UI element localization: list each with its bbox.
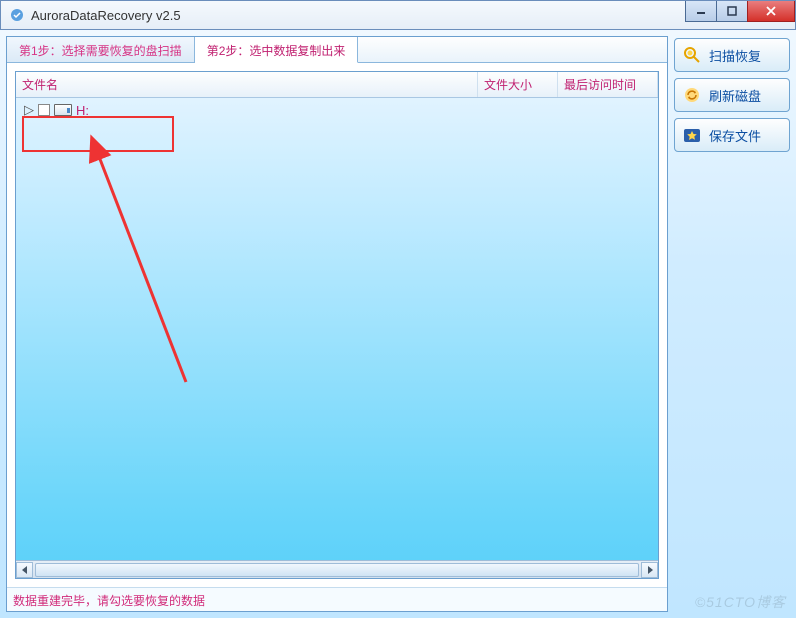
window-body: 第1步：选择需要恢复的盘扫描 第2步：选中数据复制出来 文件名 文件大小 最后访… bbox=[0, 30, 796, 618]
tree-expand-icon[interactable]: ▷ bbox=[24, 102, 34, 118]
main-panel: 第1步：选择需要恢复的盘扫描 第2步：选中数据复制出来 文件名 文件大小 最后访… bbox=[6, 36, 668, 612]
tree-checkbox[interactable] bbox=[38, 104, 50, 116]
minimize-button[interactable] bbox=[685, 1, 717, 22]
save-star-icon bbox=[681, 124, 703, 146]
scroll-right-icon[interactable] bbox=[641, 562, 658, 578]
scan-recover-button[interactable]: 扫描恢复 bbox=[674, 38, 790, 72]
drive-icon bbox=[54, 104, 72, 116]
tab-label: 第2步：选中数据复制出来 bbox=[207, 44, 346, 58]
horizontal-scrollbar[interactable] bbox=[16, 560, 658, 578]
file-list-panel: 文件名 文件大小 最后访问时间 ▷ H: bbox=[15, 71, 659, 579]
status-text: 数据重建完毕，请勾选要恢复的数据 bbox=[13, 594, 205, 608]
refresh-disk-button[interactable]: 刷新磁盘 bbox=[674, 78, 790, 112]
column-lastaccess[interactable]: 最后访问时间 bbox=[558, 72, 658, 97]
magnifier-icon bbox=[681, 44, 703, 66]
window-controls bbox=[686, 1, 795, 22]
tab-step1[interactable]: 第1步：选择需要恢复的盘扫描 bbox=[7, 37, 195, 62]
tab-step2[interactable]: 第2步：选中数据复制出来 bbox=[195, 37, 359, 63]
tab-bar: 第1步：选择需要恢复的盘扫描 第2步：选中数据复制出来 bbox=[7, 37, 667, 63]
scroll-thumb[interactable] bbox=[35, 563, 639, 577]
button-label: 保存文件 bbox=[709, 126, 761, 145]
list-header: 文件名 文件大小 最后访问时间 bbox=[16, 72, 658, 98]
tab-label: 第1步：选择需要恢复的盘扫描 bbox=[19, 44, 182, 58]
tree-label: H: bbox=[76, 103, 89, 118]
column-filename[interactable]: 文件名 bbox=[16, 72, 478, 97]
close-button[interactable] bbox=[747, 1, 795, 22]
status-bar: 数据重建完毕，请勾选要恢复的数据 bbox=[7, 587, 667, 611]
column-filesize[interactable]: 文件大小 bbox=[478, 72, 558, 97]
window-title: AuroraDataRecovery v2.5 bbox=[31, 8, 181, 23]
button-label: 扫描恢复 bbox=[709, 46, 761, 65]
refresh-icon bbox=[681, 84, 703, 106]
save-file-button[interactable]: 保存文件 bbox=[674, 118, 790, 152]
list-empty-area bbox=[16, 122, 658, 560]
title-bar: AuroraDataRecovery v2.5 bbox=[0, 0, 796, 30]
tree-row-drive[interactable]: ▷ H: bbox=[16, 98, 658, 122]
watermark: ©51CTO博客 bbox=[695, 592, 786, 612]
app-icon bbox=[9, 7, 25, 23]
button-label: 刷新磁盘 bbox=[709, 86, 761, 105]
sidebar: 扫描恢复 刷新磁盘 保存文件 bbox=[674, 36, 790, 612]
maximize-button[interactable] bbox=[716, 1, 748, 22]
scroll-left-icon[interactable] bbox=[16, 562, 33, 578]
